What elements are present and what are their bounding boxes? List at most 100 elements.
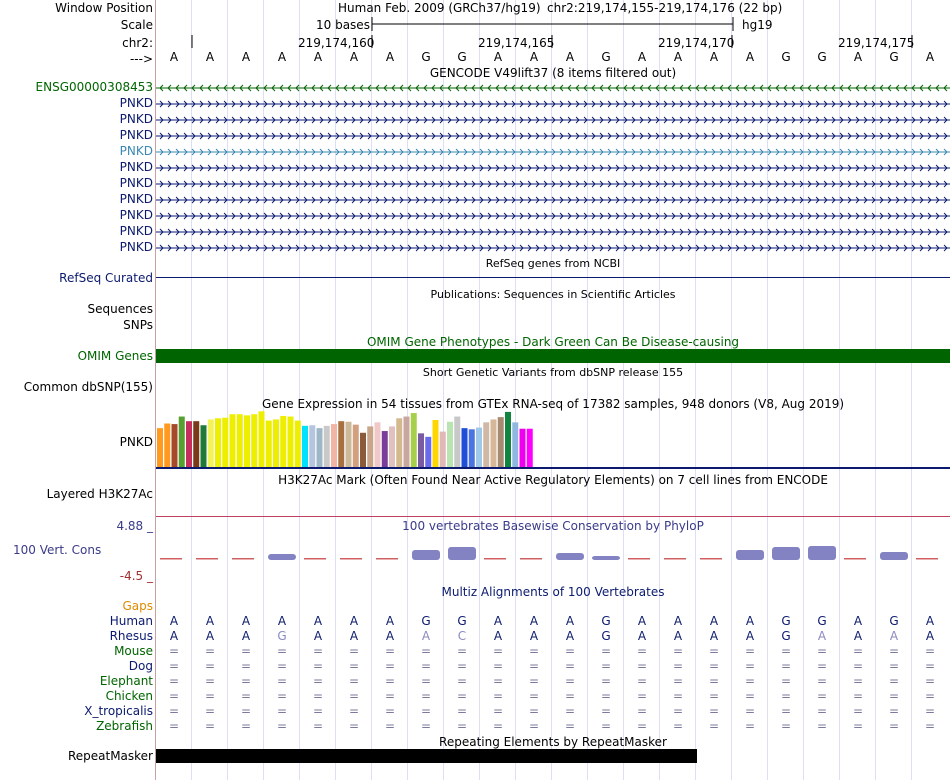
base-letter: A (853, 50, 863, 64)
multiz-base: = (672, 689, 684, 703)
multiz-base: = (924, 659, 936, 673)
gtex-tissue-bar (294, 420, 301, 467)
multiz-base: = (888, 704, 900, 718)
gencode-title: GENCODE V49lift37 (8 items filtered out) (429, 66, 677, 80)
multiz-base: = (852, 674, 864, 688)
multiz-base: G (781, 614, 791, 628)
phylop-value-mark (232, 558, 254, 560)
gencode-track[interactable] (0, 80, 950, 260)
multiz-base: = (384, 719, 396, 733)
omim-label[interactable]: OMIM Genes (78, 349, 153, 363)
multiz-species-label[interactable]: Dog (129, 659, 153, 673)
multiz-base: A (205, 629, 215, 643)
phylop-value-mark (592, 556, 620, 560)
multiz-base: = (384, 659, 396, 673)
multiz-base: = (672, 674, 684, 688)
multiz-base: = (420, 719, 432, 733)
publications-snps-label[interactable]: SNPs (123, 318, 153, 332)
multiz-base: = (708, 704, 720, 718)
phylop-max-label: 4.88 _ (116, 519, 153, 533)
phylop-label[interactable]: 100 Vert. Cons (13, 543, 101, 557)
multiz-base: = (816, 704, 828, 718)
multiz-base: = (204, 674, 216, 688)
gtex-tissue-bar (497, 417, 504, 467)
multiz-base: A (313, 629, 323, 643)
multiz-base: A (277, 614, 287, 628)
multiz-base: = (708, 644, 720, 658)
multiz-base: = (564, 674, 576, 688)
multiz-base: = (312, 689, 324, 703)
multiz-base: = (420, 644, 432, 658)
multiz-base: = (528, 719, 540, 733)
multiz-base: = (744, 719, 756, 733)
dbsnp-label[interactable]: Common dbSNP(155) (24, 380, 153, 394)
multiz-base: = (528, 689, 540, 703)
multiz-base: = (276, 674, 288, 688)
multiz-title: Multiz Alignments of 100 Vertebrates (441, 585, 665, 599)
multiz-base: A (673, 614, 683, 628)
gtex-bars[interactable] (156, 408, 556, 468)
multiz-base: A (709, 629, 719, 643)
multiz-base: = (744, 689, 756, 703)
multiz-species-label[interactable]: Elephant (100, 674, 153, 688)
gtex-tissue-bar (505, 411, 511, 467)
multiz-species-label[interactable]: Zebrafish (96, 719, 153, 733)
multiz-base: = (780, 644, 792, 658)
h3k27ac-label[interactable]: Layered H3K27Ac (47, 487, 153, 501)
multiz-base: = (708, 674, 720, 688)
publications-sequences-label[interactable]: Sequences (88, 302, 153, 316)
ruler-tick-label-1: 219,174,160 (298, 36, 375, 50)
gtex-tissue-bar (258, 411, 265, 467)
multiz-base: = (528, 644, 540, 658)
gtex-tissue-bar (200, 425, 207, 467)
repeatmasker-bar[interactable] (156, 749, 697, 763)
multiz-base: = (780, 704, 792, 718)
ruler-tick-label-4: 219,174,175 (838, 36, 915, 50)
base-letter: G (421, 50, 431, 64)
gtex-tissue-bar (236, 414, 243, 467)
multiz-base: = (600, 719, 612, 733)
ruler-tick-label-2: 219,174,165 (478, 36, 555, 50)
multiz-base: A (853, 614, 863, 628)
phylop-value-mark (268, 554, 296, 560)
multiz-base: = (672, 659, 684, 673)
multiz-base: = (924, 644, 936, 658)
multiz-base: = (564, 689, 576, 703)
multiz-base: = (312, 704, 324, 718)
multiz-base: = (384, 704, 396, 718)
multiz-species-label[interactable]: X_tropicalis (84, 704, 153, 718)
base-letter: A (709, 50, 719, 64)
base-letter: G (889, 50, 899, 64)
base-letter: A (673, 50, 683, 64)
multiz-species-label[interactable]: Mouse (114, 644, 153, 658)
multiz-base: G (421, 614, 431, 628)
multiz-species-label[interactable]: Rhesus (110, 629, 153, 643)
phylop-title: 100 vertebrates Basewise Conservation by… (402, 519, 704, 533)
phylop-value-mark (700, 558, 722, 560)
multiz-base: A (529, 629, 539, 643)
multiz-base: A (169, 629, 179, 643)
multiz-base: = (492, 689, 504, 703)
multiz-base: A (709, 614, 719, 628)
gtex-tissue-bar (251, 414, 258, 467)
gtex-label[interactable]: PNKD (120, 435, 153, 449)
multiz-species-label[interactable]: Human (110, 614, 153, 628)
multiz-base: A (925, 614, 935, 628)
refseq-label[interactable]: RefSeq Curated (59, 271, 153, 285)
multiz-base: = (168, 719, 180, 733)
repeatmasker-label[interactable]: RepeatMasker (68, 749, 153, 763)
multiz-base: = (600, 644, 612, 658)
gtex-tissue-bar (439, 431, 446, 467)
multiz-base: = (456, 674, 468, 688)
multiz-base: = (312, 674, 324, 688)
multiz-base: = (672, 719, 684, 733)
multiz-base: = (672, 644, 684, 658)
omim-bar[interactable] (156, 349, 950, 363)
multiz-base: = (528, 659, 540, 673)
phylop-track[interactable] (156, 545, 950, 575)
multiz-species-label[interactable]: Chicken (106, 689, 153, 703)
multiz-base: = (888, 719, 900, 733)
multiz-base: = (168, 689, 180, 703)
refseq-line (156, 277, 950, 278)
multiz-base: A (925, 629, 935, 643)
